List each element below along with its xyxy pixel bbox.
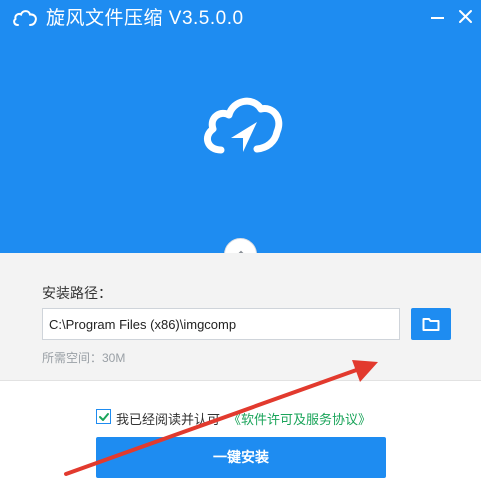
cloud-icon (13, 10, 37, 26)
close-icon (459, 10, 472, 23)
minimize-button[interactable] (426, 4, 450, 28)
folder-icon (422, 318, 440, 331)
checkmark-icon (99, 413, 109, 421)
one-click-install-button[interactable]: 一键安装 (96, 437, 386, 478)
install-path-label: 安装路径： (42, 285, 112, 301)
cloud-logo-icon (203, 97, 283, 154)
agreement-text: 我已经阅读并认可 (116, 412, 221, 427)
window-title: 旋风文件压缩 V3.5.0.0 (46, 8, 244, 29)
install-options-panel: 安装路径： 所需空间：30M (0, 253, 481, 381)
license-agreement-link[interactable]: 《软件许可及服务协议》 (228, 409, 371, 428)
header-banner: 旋风文件压缩 V3.5.0.0 (0, 0, 481, 253)
close-button[interactable] (454, 4, 478, 28)
install-path-input[interactable] (42, 308, 400, 340)
required-space-text: 所需空间：30M (42, 351, 126, 365)
browse-folder-button[interactable] (411, 308, 451, 340)
agree-checkbox[interactable] (96, 409, 111, 424)
